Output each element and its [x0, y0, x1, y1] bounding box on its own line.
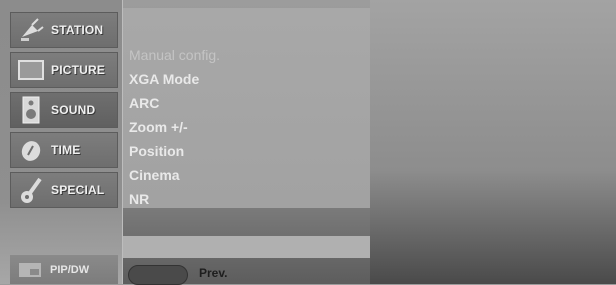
clock-icon: [11, 132, 51, 168]
sidebar-item-picture[interactable]: PICTURE: [10, 52, 118, 88]
key-icon: [11, 172, 51, 208]
sidebar-item-sound[interactable]: SOUND: [10, 92, 118, 128]
picture-icon: [11, 52, 51, 88]
menu-item-zoom[interactable]: Zoom +/-: [129, 116, 188, 138]
speaker-icon: [11, 92, 51, 128]
sidebar-item-label: TIME: [51, 143, 81, 157]
menu-footer-bar: [123, 236, 370, 258]
prev-navigation[interactable]: Prev.: [123, 262, 370, 285]
sidebar-item-label: PIP/DW: [50, 263, 90, 276]
sidebar-item-label: STATION: [51, 23, 104, 37]
sidebar-item-station[interactable]: STATION: [10, 12, 118, 48]
prev-label: Prev.: [199, 266, 228, 280]
menu-item-arc[interactable]: ARC: [129, 92, 159, 114]
tv-picture-background: [370, 0, 616, 284]
menu-item-manual-config[interactable]: Manual config.: [129, 44, 220, 66]
menu-item-nr[interactable]: NR: [129, 188, 149, 210]
sidebar-item-time[interactable]: TIME: [10, 132, 118, 168]
sidebar-item-label: PICTURE: [51, 63, 106, 77]
pip-icon: [10, 262, 50, 278]
prev-button-icon[interactable]: [128, 265, 188, 285]
sidebar-item-label: SPECIAL: [51, 183, 105, 197]
menu-item-position[interactable]: Position: [129, 140, 184, 162]
sidebar-item-special[interactable]: SPECIAL: [10, 172, 118, 208]
menu-item-xga-mode[interactable]: XGA Mode: [129, 68, 199, 90]
sidebar-item-label: SOUND: [51, 103, 96, 117]
special-submenu-panel: Manual config. XGA Mode ARC Zoom +/- Pos…: [123, 8, 370, 208]
main-menu-sidebar: STATION PICTURE SOUND TIME SPECIAL PIP/D…: [0, 0, 123, 284]
menu-item-cinema[interactable]: Cinema: [129, 164, 180, 186]
satellite-icon: [11, 12, 51, 48]
sidebar-item-pip-dw[interactable]: PIP/DW: [10, 255, 118, 284]
